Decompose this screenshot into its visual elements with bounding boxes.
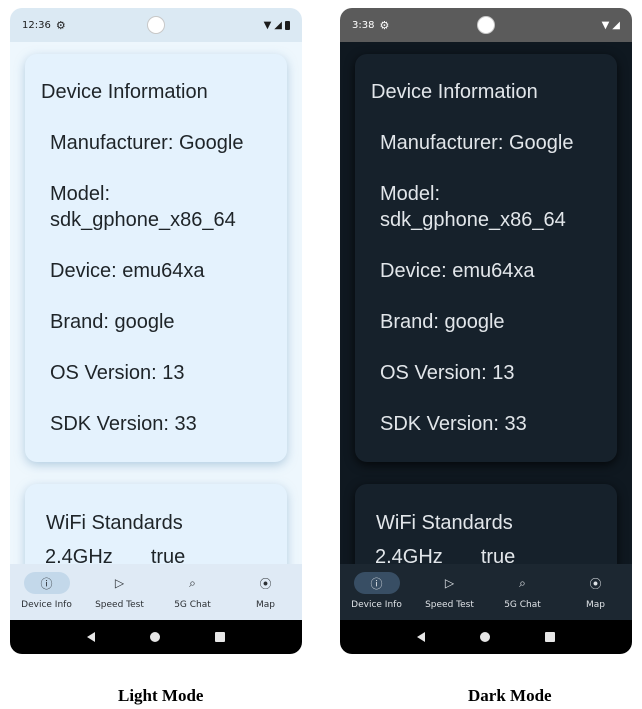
card-title: WiFi Standards [376, 512, 513, 534]
card-title: WiFi Standards [46, 512, 183, 534]
info-icon: ⓘ [23, 572, 70, 594]
signal-icon: ◢ [612, 19, 620, 31]
nav-map[interactable]: ⦿ Map [559, 564, 632, 620]
home-icon[interactable] [479, 632, 490, 642]
nav-5g-chat[interactable]: ⌕ 5G Chat [156, 564, 229, 620]
system-icons: ▼ ◢ [264, 20, 290, 31]
wifi-row: 2.4GHz true [375, 546, 515, 564]
status-time: 3:38 [352, 19, 375, 31]
play-icon: ▷ [114, 576, 125, 590]
wifi-icon: ▼ [601, 19, 610, 31]
sdk-version-row: SDK Version: 33 [380, 413, 527, 435]
wifi-standards-card: WiFi Standards 2.4GHz true [25, 484, 287, 564]
nav-5g-chat[interactable]: ⌕ 5G Chat [486, 564, 559, 620]
nav-label: Map [256, 600, 275, 610]
nav-label: 5G Chat [174, 600, 211, 610]
signal-icon: ◢ [274, 19, 282, 31]
settings-gear-icon: ⚙ [55, 18, 66, 32]
status-bar: 12:36 ⚙ ▼ ◢ [10, 8, 302, 42]
manufacturer-row: Manufacturer: Google [50, 132, 244, 154]
recent-apps-icon[interactable] [544, 632, 555, 642]
back-icon[interactable] [87, 632, 96, 642]
wifi-row: 2.4GHz true [45, 546, 185, 564]
home-icon[interactable] [149, 632, 160, 642]
play-icon: ▷ [444, 576, 455, 590]
nav-label: Device Info [21, 600, 72, 610]
search-icon: ⌕ [189, 575, 196, 590]
info-icon: ⓘ [353, 572, 400, 594]
back-icon[interactable] [417, 632, 426, 642]
camera-cutout [147, 16, 165, 34]
system-navigation-bar [10, 620, 302, 654]
location-pin-icon: ⦿ [259, 576, 272, 591]
model-row: Model: sdk_gphone_x86_64 [50, 183, 236, 231]
location-pin-icon: ⦿ [589, 576, 602, 591]
wifi-value: true [150, 546, 186, 564]
card-title: Device Information [371, 81, 538, 103]
wifi-standards-card: WiFi Standards 2.4GHz true [355, 484, 617, 564]
device-row: Device: emu64xa [50, 260, 205, 282]
light-mode-phone: 12:36 ⚙ ▼ ◢ Device Information Manufactu… [10, 8, 302, 654]
nav-speed-test[interactable]: ▷ Speed Test [83, 564, 156, 620]
manufacturer-row: Manufacturer: Google [380, 132, 574, 154]
nav-device-info[interactable]: ⓘ Device Info [340, 564, 413, 620]
nav-label: Speed Test [425, 600, 474, 610]
dark-mode-phone: 3:38 ⚙ ▼ ◢ Device Information Manufactur… [340, 8, 632, 654]
model-row: Model: sdk_gphone_x86_64 [380, 183, 566, 231]
brand-row: Brand: google [380, 311, 505, 333]
recent-apps-icon[interactable] [214, 632, 225, 642]
settings-gear-icon: ⚙ [379, 18, 390, 32]
nav-label: 5G Chat [504, 600, 541, 610]
nav-label: Device Info [351, 600, 402, 610]
status-bar: 3:38 ⚙ ▼ ◢ [340, 8, 632, 42]
light-mode-caption: Light Mode [118, 686, 204, 705]
camera-cutout [477, 16, 495, 34]
wifi-icon: ▼ [263, 19, 272, 31]
nav-device-info[interactable]: ⓘ Device Info [10, 564, 83, 620]
scroll-content[interactable]: Device Information Manufacturer: Google … [10, 42, 302, 564]
status-time: 12:36 [22, 19, 51, 31]
nav-label: Speed Test [95, 600, 144, 610]
search-icon: ⌕ [519, 575, 526, 590]
device-information-card: Device Information Manufacturer: Google … [355, 54, 617, 462]
nav-speed-test[interactable]: ▷ Speed Test [413, 564, 486, 620]
scroll-content[interactable]: Device Information Manufacturer: Google … [340, 42, 632, 564]
device-information-card: Device Information Manufacturer: Google … [25, 54, 287, 462]
system-icons: ▼ ◢ [602, 20, 620, 31]
bottom-navigation: ⓘ Device Info ▷ Speed Test ⌕ 5G Chat ⦿ M… [10, 564, 302, 620]
battery-icon [285, 20, 290, 30]
wifi-band: 2.4GHz [375, 546, 443, 564]
wifi-value: true [480, 546, 516, 564]
dark-mode-caption: Dark Mode [468, 686, 552, 705]
bottom-navigation: ⓘ Device Info ▷ Speed Test ⌕ 5G Chat ⦿ M… [340, 564, 632, 620]
wifi-band: 2.4GHz [45, 546, 113, 564]
nav-map[interactable]: ⦿ Map [229, 564, 302, 620]
sdk-version-row: SDK Version: 33 [50, 413, 197, 435]
os-version-row: OS Version: 13 [380, 362, 515, 384]
brand-row: Brand: google [50, 311, 175, 333]
system-navigation-bar [340, 620, 632, 654]
card-title: Device Information [41, 81, 208, 103]
device-row: Device: emu64xa [380, 260, 535, 282]
nav-label: Map [586, 600, 605, 610]
os-version-row: OS Version: 13 [50, 362, 185, 384]
